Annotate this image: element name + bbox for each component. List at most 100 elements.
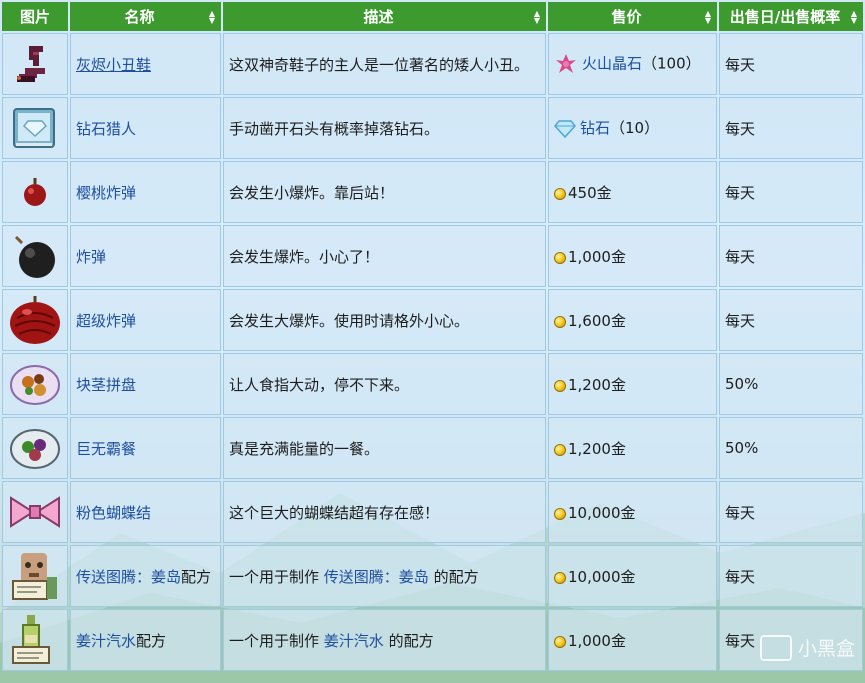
price-amount: 450金 bbox=[568, 183, 612, 202]
item-price-cell: 1,000金 bbox=[548, 225, 717, 287]
item-description-cell: 一个用于制作 传送图腾：姜岛 的配方 bbox=[223, 545, 546, 607]
item-name-link[interactable]: 炸弹 bbox=[76, 248, 106, 266]
pink-bow-icon[interactable] bbox=[7, 494, 63, 530]
gold-coin-icon bbox=[554, 187, 566, 200]
header-image: 图片 bbox=[2, 2, 68, 31]
item-description: 会发生爆炸。小心了！ bbox=[229, 247, 380, 266]
item-name-cell: 樱桃炸弹 bbox=[70, 161, 221, 223]
totem-recipe-icon[interactable] bbox=[7, 549, 63, 603]
item-image-cell bbox=[2, 481, 68, 543]
item-name-link[interactable]: 钻石猎人 bbox=[76, 120, 136, 138]
sort-arrows-icon[interactable]: ▲ ▼ bbox=[851, 9, 857, 24]
item-schedule-cell: 每天 bbox=[719, 161, 863, 223]
price-currency-link[interactable]: 火山晶石 bbox=[582, 55, 642, 73]
item-name-link[interactable]: 传送图腾：姜岛 bbox=[76, 568, 181, 586]
description-link[interactable]: 姜汁汽水 bbox=[324, 632, 384, 650]
item-name-link[interactable]: 樱桃炸弹 bbox=[76, 184, 136, 202]
item-schedule: 50% bbox=[725, 375, 759, 393]
price-amount: （10） bbox=[610, 119, 660, 138]
item-schedule-cell: 每天 bbox=[719, 545, 863, 607]
item-description: 这双神奇鞋子的主人是一位著名的矮人小丑。 bbox=[229, 55, 530, 74]
item-image-cell bbox=[2, 225, 68, 287]
item-schedule: 50% bbox=[725, 439, 759, 457]
header-name[interactable]: 名称 ▲ ▼ bbox=[70, 2, 221, 31]
table-row: 钻石猎人 手动凿开石头有概率掉落钻石。 钻石（10） 每天 bbox=[2, 97, 863, 159]
item-schedule-cell: 每天 bbox=[719, 481, 863, 543]
item-image-cell bbox=[2, 417, 68, 479]
item-schedule-cell: 每天 bbox=[719, 225, 863, 287]
item-description: 会发生大爆炸。使用时请格外小心。 bbox=[229, 311, 470, 330]
price-amount: 1,200金 bbox=[568, 439, 626, 458]
item-name-cell: 炸弹 bbox=[70, 225, 221, 287]
item-name-link[interactable]: 灰烬小丑鞋 bbox=[76, 56, 151, 74]
item-image-cell bbox=[2, 161, 68, 223]
gold-coin-icon bbox=[554, 315, 566, 328]
gold-coin-icon bbox=[554, 635, 566, 648]
item-schedule-cell: 50% bbox=[719, 353, 863, 415]
watermark-text: 小黑盒 bbox=[797, 638, 855, 660]
item-name-link[interactable]: 超级炸弹 bbox=[76, 312, 136, 330]
table-row: 灰烬小丑鞋 这双神奇鞋子的主人是一位著名的矮人小丑。 火山晶石（100） 每天 bbox=[2, 33, 863, 95]
description-link[interactable]: 传送图腾：姜岛 bbox=[324, 568, 429, 586]
gold-coin-icon bbox=[554, 507, 566, 520]
item-description-cell: 这个巨大的蝴蝶结超有存在感！ bbox=[223, 481, 546, 543]
ginger-ale-recipe-icon[interactable] bbox=[7, 613, 63, 667]
description-prefix: 一个用于制作 bbox=[229, 567, 324, 586]
sort-arrows-icon[interactable]: ▲ ▼ bbox=[209, 9, 215, 24]
item-schedule: 每天 bbox=[725, 567, 756, 586]
item-description: 会发生小爆炸。靠后站！ bbox=[229, 183, 395, 202]
item-name-cell: 粉色蝴蝶结 bbox=[70, 481, 221, 543]
table-row: 姜汁汽水配方 一个用于制作 姜汁汽水 的配方 1,000金 每天 bbox=[2, 609, 863, 671]
item-schedule-cell: 50% bbox=[719, 417, 863, 479]
table-row: 块茎拼盘 让人食指大动，停不下来。 1,200金 50% bbox=[2, 353, 863, 415]
gold-coin-icon bbox=[554, 443, 566, 456]
item-description-cell: 手动凿开石头有概率掉落钻石。 bbox=[223, 97, 546, 159]
clown-shoes-icon[interactable] bbox=[11, 40, 59, 88]
item-schedule-cell: 每天 bbox=[719, 289, 863, 351]
header-schedule[interactable]: 出售日/出售概率 ▲ ▼ bbox=[719, 2, 863, 31]
item-image-cell bbox=[2, 289, 68, 351]
table-row: 巨无霸餐 真是充满能量的一餐。 1,200金 50% bbox=[2, 417, 863, 479]
price-amount: 1,000金 bbox=[568, 247, 626, 266]
table-row: 传送图腾：姜岛配方 一个用于制作 传送图腾：姜岛 的配方 10,000金 每天 bbox=[2, 545, 863, 607]
sort-arrows-icon[interactable]: ▲ ▼ bbox=[534, 9, 540, 24]
header-price[interactable]: 售价 ▲ ▼ bbox=[548, 2, 717, 31]
item-price-cell: 1,200金 bbox=[548, 417, 717, 479]
shop-table: 图片 名称 ▲ ▼ 描述 ▲ ▼ 售价 ▲ ▼ 出售日/出售概率 ▲ ▼ 灰烬小丑鞋 这双神奇鞋… bbox=[0, 0, 865, 673]
diamond-hunter-book-icon[interactable] bbox=[10, 103, 60, 153]
item-image-cell bbox=[2, 353, 68, 415]
mega-bomb-icon[interactable] bbox=[7, 294, 63, 346]
item-price-cell: 1,000金 bbox=[548, 609, 717, 671]
item-name-link[interactable]: 巨无霸餐 bbox=[76, 440, 136, 458]
cherry-bomb-icon[interactable] bbox=[20, 176, 50, 208]
item-description-cell: 会发生爆炸。小心了！ bbox=[223, 225, 546, 287]
item-description: 手动凿开石头有概率掉落钻石。 bbox=[229, 119, 440, 138]
super-meal-icon[interactable] bbox=[9, 425, 61, 471]
item-name-cell: 传送图腾：姜岛配方 bbox=[70, 545, 221, 607]
price-amount: 10,000金 bbox=[568, 567, 636, 586]
root-platter-icon[interactable] bbox=[9, 361, 61, 407]
sort-arrows-icon[interactable]: ▲ ▼ bbox=[705, 9, 711, 24]
item-name-link[interactable]: 姜汁汽水 bbox=[76, 632, 136, 650]
item-price-cell: 10,000金 bbox=[548, 481, 717, 543]
gold-coin-icon bbox=[554, 379, 566, 392]
item-image-cell bbox=[2, 545, 68, 607]
bomb-icon[interactable] bbox=[10, 231, 60, 281]
price-currency-link[interactable]: 钻石 bbox=[580, 119, 610, 137]
item-description-cell: 真是充满能量的一餐。 bbox=[223, 417, 546, 479]
item-description: 真是充满能量的一餐。 bbox=[229, 439, 380, 458]
description-suffix: 的配方 bbox=[383, 631, 434, 650]
xiaoheihe-logo-icon bbox=[759, 634, 792, 661]
item-price-cell: 10,000金 bbox=[548, 545, 717, 607]
item-schedule: 每天 bbox=[725, 119, 756, 138]
item-name-cell: 超级炸弹 bbox=[70, 289, 221, 351]
item-schedule: 每天 bbox=[725, 183, 756, 202]
item-name-link[interactable]: 块茎拼盘 bbox=[76, 376, 136, 394]
item-name-cell: 巨无霸餐 bbox=[70, 417, 221, 479]
item-description-cell: 会发生小爆炸。靠后站！ bbox=[223, 161, 546, 223]
item-image-cell bbox=[2, 97, 68, 159]
diamond-icon bbox=[554, 120, 576, 138]
header-description[interactable]: 描述 ▲ ▼ bbox=[223, 2, 546, 31]
item-name-link[interactable]: 粉色蝴蝶结 bbox=[76, 504, 151, 522]
item-name-cell: 灰烬小丑鞋 bbox=[70, 33, 221, 95]
